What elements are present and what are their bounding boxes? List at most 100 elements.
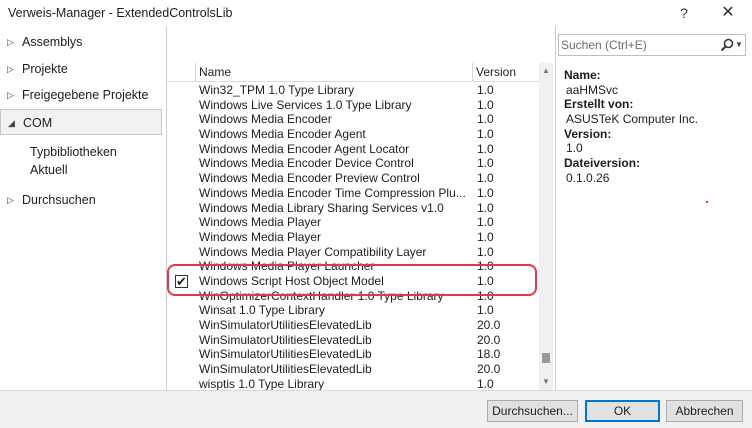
expand-arrow-icon: ▷ xyxy=(7,64,14,74)
row-name: Windows Media Encoder Preview Control xyxy=(199,171,420,186)
expand-arrow-icon: ▷ xyxy=(7,90,14,100)
row-name: Windows Media Encoder Agent xyxy=(199,127,366,142)
row-version: 1.0 xyxy=(477,244,494,259)
sidebar: ▷ Assemblys ▷ Projekte ▷ Freigegebene Pr… xyxy=(0,26,166,390)
sidebar-subitem-typbibliotheken[interactable]: Typbibliotheken xyxy=(30,143,117,161)
close-button[interactable]: ✕ xyxy=(713,2,743,24)
collapse-arrow-icon: ◢ xyxy=(8,118,15,128)
scrollbar-thumb[interactable] xyxy=(542,353,550,363)
detail-author-label: Erstellt von: xyxy=(564,97,634,112)
chevron-down-icon[interactable]: ▼ xyxy=(735,37,745,53)
sidebar-item-label: Assemblys xyxy=(22,35,83,49)
list-row[interactable]: Windows Media Player 1.0 xyxy=(167,230,539,245)
row-version: 1.0 xyxy=(477,273,494,288)
row-name: WinSimulatorUtilitiesElevatedLib xyxy=(199,347,372,362)
list-row[interactable]: Winsat 1.0 Type Library 1.0 xyxy=(167,303,539,318)
row-name: wisptis 1.0 Type Library xyxy=(199,376,325,390)
list-row[interactable]: Windows Media Encoder Agent Locator 1.0 xyxy=(167,142,539,157)
detail-fileversion-value: 0.1.0.26 xyxy=(566,170,610,185)
list-row[interactable]: Windows Media Encoder Device Control 1.0 xyxy=(167,156,539,171)
list-row[interactable]: Windows Live Services 1.0 Type Library 1.… xyxy=(167,98,539,113)
row-name: Windows Media Encoder Agent Locator xyxy=(199,141,410,156)
list-row[interactable]: wisptis 1.0 Type Library 1.0 xyxy=(167,377,539,390)
sidebar-item-assemblys[interactable]: ▷ Assemblys xyxy=(0,29,162,55)
list-row[interactable]: Win32_TPM 1.0 Type Library 1.0 xyxy=(167,83,539,98)
list-row[interactable]: Windows Media Player Launcher 1.0 xyxy=(167,259,539,274)
row-version: 1.0 xyxy=(477,97,494,112)
row-version: 1.0 xyxy=(477,156,494,171)
search-icon[interactable] xyxy=(719,37,735,53)
list-row[interactable]: WinSimulatorUtilitiesElevatedLib 20.0 xyxy=(167,362,539,377)
list-row[interactable]: Windows Media Library Sharing Services v… xyxy=(167,201,539,216)
row-version: 20.0 xyxy=(477,362,501,377)
search-input[interactable] xyxy=(561,37,711,53)
row-version: 1.0 xyxy=(477,200,494,215)
row-name: Windows Live Services 1.0 Type Library xyxy=(199,97,412,112)
list-rows: Win32_TPM 1.0 Type Library 1.0 Windows Liv… xyxy=(167,83,539,390)
row-version: 1.0 xyxy=(477,185,494,200)
stray-dot xyxy=(706,201,708,203)
detail-author-value: ASUSTeK Computer Inc. xyxy=(566,112,699,127)
scroll-down-icon[interactable]: ▼ xyxy=(539,375,553,389)
sidebar-item-label: Projekte xyxy=(22,62,68,76)
sidebar-item-label: COM xyxy=(23,116,53,130)
row-version: 18.0 xyxy=(477,347,501,362)
column-separator[interactable] xyxy=(472,63,473,82)
row-version: 1.0 xyxy=(477,112,494,127)
detail-name-label: Name: xyxy=(564,68,601,82)
cancel-button[interactable]: Abbrechen xyxy=(666,400,743,422)
row-version: 1.0 xyxy=(477,171,494,186)
details-panel: Name: aaHMSvc Erstellt von: ASUSTeK Comp… xyxy=(564,68,744,186)
column-header-name[interactable]: Name xyxy=(195,63,231,82)
row-name: Windows Script Host Object Model xyxy=(199,273,384,288)
row-version: 1.0 xyxy=(477,303,494,318)
sidebar-item-durchsuchen[interactable]: ▷ Durchsuchen xyxy=(0,187,162,213)
sidebar-item-com[interactable]: ◢ COM xyxy=(0,109,162,135)
search-box[interactable]: ▼ xyxy=(558,34,746,56)
row-version: 20.0 xyxy=(477,318,501,332)
row-name: WinSimulatorUtilitiesElevatedLib xyxy=(199,362,372,377)
list-row[interactable]: WinSimulatorUtilitiesElevatedLib 20.0 xyxy=(167,333,539,348)
list-row[interactable]: Windows Media Encoder Agent 1.0 xyxy=(167,127,539,142)
list-row[interactable]: WinSimulatorUtilitiesElevatedLib 20.0 xyxy=(167,318,539,333)
list-row[interactable]: WinSimulatorUtilitiesElevatedLib 18.0 xyxy=(167,347,539,362)
scroll-up-icon[interactable]: ▲ xyxy=(539,64,553,78)
row-name: WinSimulatorUtilitiesElevatedLib xyxy=(199,318,372,332)
row-name: Windows Media Player xyxy=(199,215,322,230)
row-version: 1.0 xyxy=(477,259,494,274)
list-row[interactable]: Windows Media Encoder 1.0 xyxy=(167,112,539,127)
row-name: Windows Media Player Launcher xyxy=(199,259,375,274)
list-row[interactable]: ✔ Windows Script Host Object Model 1.0 xyxy=(167,274,539,289)
row-name: Windows Media Encoder xyxy=(199,112,332,127)
sidebar-item-projekte[interactable]: ▷ Projekte xyxy=(0,56,162,82)
browse-button[interactable]: Durchsuchen... xyxy=(487,400,578,422)
row-name: WinSimulatorUtilitiesElevatedLib xyxy=(199,332,372,347)
list-row[interactable]: Windows Media Player Compatibility Layer… xyxy=(167,245,539,260)
detail-name-value: aaHMSvc xyxy=(566,82,619,97)
ok-button[interactable]: OK xyxy=(585,400,660,422)
detail-version-value: 1.0 xyxy=(566,141,583,156)
details-divider xyxy=(555,26,556,390)
row-version: 20.0 xyxy=(477,332,501,347)
title-bar: Verweis-Manager - ExtendedControlsLib ? … xyxy=(0,0,752,26)
row-checkbox[interactable]: ✔ xyxy=(175,274,188,288)
list-row[interactable]: Windows Media Encoder Time Compression P… xyxy=(167,186,539,201)
row-name: Windows Media Library Sharing Services v… xyxy=(199,200,444,215)
column-separator[interactable] xyxy=(195,63,196,82)
column-header-version[interactable]: Version xyxy=(472,63,516,82)
vertical-scrollbar[interactable]: ▲ ▼ xyxy=(539,63,553,390)
row-name: Win32_TPM 1.0 Type Library xyxy=(199,83,355,97)
list-row[interactable]: WinOptimizerContextHandler 1.0 Type Libr… xyxy=(167,289,539,304)
row-version: 1.0 xyxy=(477,229,494,244)
list-row[interactable]: Windows Media Encoder Preview Control 1.0 xyxy=(167,171,539,186)
row-version: 1.0 xyxy=(477,83,494,97)
window-title: Verweis-Manager - ExtendedControlsLib xyxy=(8,6,233,20)
detail-fileversion-label: Dateiversion: xyxy=(564,156,641,171)
help-button[interactable]: ? xyxy=(669,2,699,24)
expand-arrow-icon: ▷ xyxy=(7,37,14,47)
sidebar-subitem-aktuell[interactable]: Aktuell xyxy=(30,161,68,179)
row-name: WinOptimizerContextHandler 1.0 Type Libr… xyxy=(199,288,444,303)
list-row[interactable]: Windows Media Player 1.0 xyxy=(167,215,539,230)
sidebar-item-freigegebene-projekte[interactable]: ▷ Freigegebene Projekte xyxy=(0,82,162,108)
row-name: Windows Media Encoder Time Compression P… xyxy=(199,185,466,200)
